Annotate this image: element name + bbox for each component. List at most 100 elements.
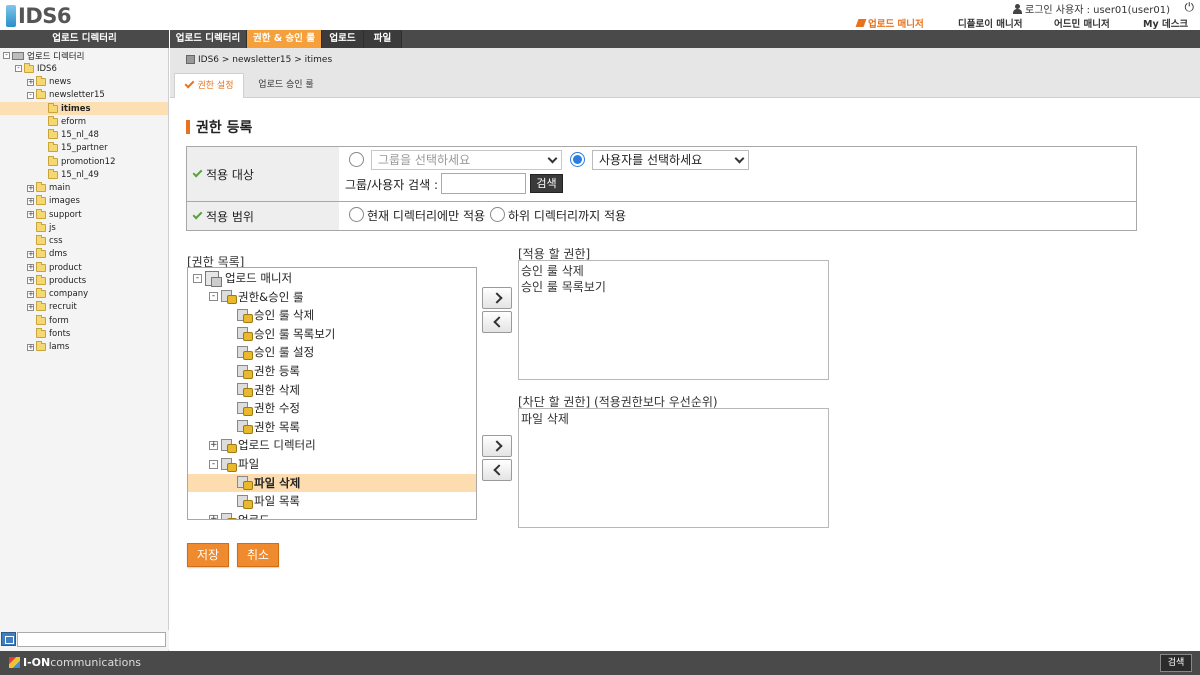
tree-item[interactable]: + images bbox=[0, 195, 168, 208]
scope-current-radio[interactable] bbox=[349, 207, 364, 222]
logout-power-icon[interactable]: ⏻ bbox=[1185, 0, 1195, 15]
add-block-button[interactable] bbox=[482, 435, 512, 457]
nav-admin-manager[interactable]: 어드민 매니저 bbox=[1054, 16, 1110, 30]
tab-upload[interactable]: 업로드 bbox=[322, 30, 364, 48]
scope-sub-radio[interactable] bbox=[490, 207, 505, 222]
breadcrumb: IDS6 > newsletter15 > itimes bbox=[170, 48, 1200, 71]
block-permissions-list[interactable]: 파일 삭제 bbox=[518, 408, 829, 528]
folder-icon bbox=[36, 208, 46, 219]
expand-icon[interactable]: + bbox=[27, 303, 34, 311]
expand-icon[interactable]: + bbox=[209, 515, 218, 519]
tree-item[interactable]: promotion12 bbox=[0, 155, 168, 168]
collapse-icon[interactable]: - bbox=[193, 273, 202, 283]
permission-tree-item[interactable]: 권한 목록 bbox=[188, 418, 476, 436]
title-marker-icon bbox=[186, 120, 190, 134]
tree-item[interactable]: - newsletter15 bbox=[0, 89, 168, 102]
expand-icon[interactable]: + bbox=[27, 343, 34, 351]
permission-tree-item[interactable]: + 업로드 bbox=[188, 511, 476, 519]
permission-tree-item[interactable]: 권한 등록 bbox=[188, 362, 476, 380]
group-select[interactable]: 그룹을 선택하세요 bbox=[371, 150, 562, 170]
expand-icon[interactable]: + bbox=[27, 211, 34, 218]
footer-search-button[interactable]: 검색 bbox=[1160, 654, 1192, 672]
collapse-icon[interactable]: - bbox=[15, 65, 22, 73]
permission-tree-item[interactable]: - 권한&승인 룰 bbox=[188, 288, 476, 306]
remove-block-button[interactable] bbox=[482, 459, 512, 481]
permission-tree-item[interactable]: - 파일 bbox=[188, 455, 476, 473]
collapse-icon[interactable]: - bbox=[209, 459, 218, 469]
directory-search-icon[interactable] bbox=[1, 632, 16, 646]
permission-tree-item[interactable]: 권한 수정 bbox=[188, 399, 476, 417]
remove-apply-button[interactable] bbox=[482, 311, 512, 333]
tab-permission-approval[interactable]: 권한 & 승인 룰 bbox=[247, 30, 322, 48]
permission-tree-item[interactable]: 승인 룰 목록보기 bbox=[188, 325, 476, 343]
nav-deploy-manager[interactable]: 디플로이 매니저 bbox=[958, 16, 1023, 30]
permission-tree-label: 권한 수정 bbox=[254, 401, 300, 416]
cancel-button[interactable]: 취소 bbox=[237, 543, 279, 567]
collapse-icon[interactable]: - bbox=[209, 292, 218, 302]
tree-item[interactable]: - IDS6 bbox=[0, 62, 168, 75]
collapse-icon[interactable]: - bbox=[27, 91, 34, 99]
expand-icon[interactable]: + bbox=[27, 264, 34, 271]
tree-item[interactable]: + dms bbox=[0, 248, 168, 261]
tree-item[interactable]: + company bbox=[0, 288, 168, 301]
search-button[interactable]: 검색 bbox=[530, 174, 563, 193]
tab-file[interactable]: 파일 bbox=[364, 30, 402, 48]
tree-item[interactable]: + main bbox=[0, 182, 168, 195]
expand-icon[interactable]: + bbox=[27, 250, 34, 258]
list-item[interactable]: 파일 삭제 bbox=[521, 411, 826, 427]
save-button[interactable]: 저장 bbox=[187, 543, 229, 567]
tree-item[interactable]: + products bbox=[0, 274, 168, 287]
tree-item[interactable]: 15_partner bbox=[0, 142, 168, 155]
directory-search-input[interactable] bbox=[17, 632, 166, 647]
list-item[interactable]: 승인 룰 목록보기 bbox=[521, 279, 826, 295]
nav-my-desk[interactable]: My 데스크 bbox=[1143, 16, 1188, 30]
list-item[interactable]: 승인 룰 삭제 bbox=[521, 263, 826, 279]
tree-item[interactable]: fonts bbox=[0, 327, 168, 340]
group-radio[interactable] bbox=[349, 152, 364, 167]
permission-tree-item[interactable]: + 업로드 디렉터리 bbox=[188, 436, 476, 454]
tree-item[interactable]: + news bbox=[0, 76, 168, 89]
tree-item[interactable]: css bbox=[0, 235, 168, 248]
group-user-search-input[interactable] bbox=[441, 173, 526, 194]
tree-item[interactable]: eform bbox=[0, 115, 168, 128]
expand-icon[interactable]: + bbox=[27, 184, 34, 192]
apply-permissions-list[interactable]: 승인 룰 삭제 승인 룰 목록보기 bbox=[518, 260, 829, 380]
permission-tree-item[interactable]: 파일 삭제 bbox=[188, 473, 476, 492]
subtab-upload-approval-rule[interactable]: 업로드 승인 룰 bbox=[246, 73, 326, 98]
tree-item[interactable]: + recruit bbox=[0, 301, 168, 314]
permission-tree-item[interactable]: 승인 룰 삭제 bbox=[188, 306, 476, 324]
expand-icon[interactable]: + bbox=[27, 197, 34, 205]
subtab-permission-settings[interactable]: 권한 설정 bbox=[174, 73, 244, 98]
user-radio[interactable] bbox=[570, 152, 585, 167]
permission-tree-label: 파일 bbox=[238, 457, 260, 471]
expand-icon[interactable]: + bbox=[209, 440, 218, 450]
user-select[interactable]: 사용자를 선택하세요 bbox=[592, 150, 749, 170]
expand-icon[interactable]: + bbox=[27, 290, 34, 298]
permission-tree-item[interactable]: - 업로드 매니저 bbox=[188, 269, 476, 287]
permission-tree-item[interactable]: 권한 삭제 bbox=[188, 381, 476, 399]
tree-item[interactable]: 15_nl_48 bbox=[0, 129, 168, 142]
tree-item[interactable]: form bbox=[0, 314, 168, 327]
nav-upload-manager[interactable]: 업로드 매니저 bbox=[855, 16, 924, 30]
permission-tree-item[interactable]: 파일 목록 bbox=[188, 492, 476, 510]
tree-item[interactable]: + support bbox=[0, 208, 168, 221]
drive-icon bbox=[12, 51, 24, 60]
permission-tree-item[interactable]: 승인 룰 설정 bbox=[188, 343, 476, 361]
scope-label: 적용 범위 bbox=[187, 202, 339, 230]
expand-icon[interactable]: + bbox=[27, 277, 34, 285]
app-logo[interactable]: IDS6 bbox=[6, 3, 71, 29]
add-apply-button[interactable] bbox=[482, 287, 512, 309]
tree-item[interactable]: itimes bbox=[0, 102, 168, 115]
tree-item[interactable]: + product bbox=[0, 261, 168, 274]
tree-item[interactable]: + lams bbox=[0, 341, 168, 354]
folder-icon bbox=[48, 142, 58, 153]
tab-upload-directory[interactable]: 업로드 디렉터리 bbox=[170, 30, 247, 48]
tree-item[interactable]: js bbox=[0, 221, 168, 234]
permission-key-icon bbox=[237, 308, 253, 323]
tree-item[interactable]: - 업로드 디렉터리 bbox=[0, 49, 168, 62]
folder-icon bbox=[36, 76, 46, 86]
tree-item[interactable]: 15_nl_49 bbox=[0, 168, 168, 181]
expand-icon[interactable]: + bbox=[27, 78, 34, 86]
collapse-icon[interactable]: - bbox=[3, 52, 10, 59]
tree-item-label: js bbox=[49, 222, 56, 233]
